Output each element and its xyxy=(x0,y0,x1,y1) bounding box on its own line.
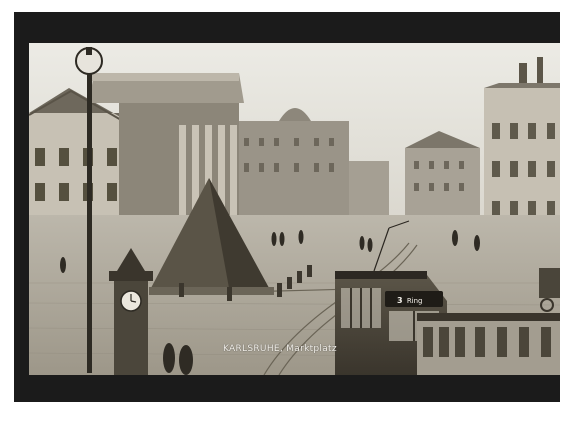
tram-trailer xyxy=(417,313,560,375)
marktplatz-photo xyxy=(29,43,560,375)
tram-route-number: 3 xyxy=(397,296,403,305)
photo-caption: KARLSRUHE, Marktplatz xyxy=(223,344,337,354)
postcard-frame: 3 Ring KARLSRUHE, Marktplatz xyxy=(0,0,574,424)
tram-route-sign: 3 Ring xyxy=(397,296,423,305)
tram-route-name: Ring xyxy=(406,297,423,305)
